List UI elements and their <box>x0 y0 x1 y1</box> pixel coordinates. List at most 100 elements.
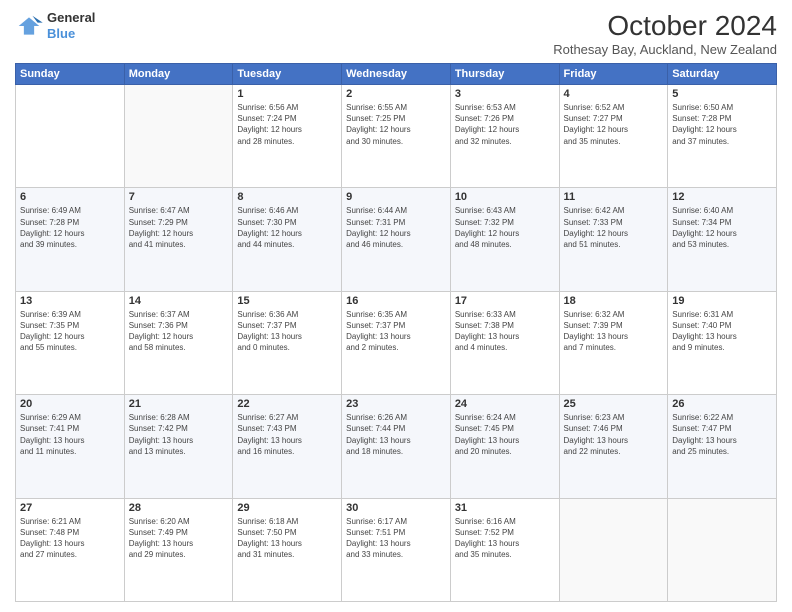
day-number: 15 <box>237 295 337 307</box>
day-info: Sunrise: 6:33 AM Sunset: 7:38 PM Dayligh… <box>455 309 555 354</box>
calendar-day-cell: 12 Sunrise: 6:40 AM Sunset: 7:34 PM Dayli… <box>668 188 777 291</box>
calendar-day-cell: 11 Sunrise: 6:42 AM Sunset: 7:33 PM Dayli… <box>559 188 668 291</box>
day-info: Sunrise: 6:32 AM Sunset: 7:39 PM Dayligh… <box>564 309 664 354</box>
calendar-day-cell: 14Sunrise: 6:37 AM Sunset: 7:36 PM Dayli… <box>124 291 233 394</box>
day-info: Sunrise: 6:42 AM Sunset: 7:33 PM Dayligh… <box>564 205 664 250</box>
calendar-day-cell: 10 Sunrise: 6:43 AM Sunset: 7:32 PM Dayli… <box>450 188 559 291</box>
calendar-day-cell: 15 Sunrise: 6:36 AM Sunset: 7:37 PM Dayli… <box>233 291 342 394</box>
day-info: Sunrise: 6:17 AM Sunset: 7:51 PM Dayligh… <box>346 516 446 561</box>
day-number: 19 <box>672 295 772 307</box>
logo-text: General Blue <box>47 10 95 41</box>
day-info: Sunrise: 6:35 AM Sunset: 7:37 PM Dayligh… <box>346 309 446 354</box>
day-number: 16 <box>346 295 446 307</box>
calendar-day-cell <box>16 85 125 188</box>
calendar-day-cell: 22 Sunrise: 6:27 AM Sunset: 7:43 PM Dayli… <box>233 395 342 498</box>
calendar-day-cell: 7 Sunrise: 6:47 AM Sunset: 7:29 PM Daylig… <box>124 188 233 291</box>
header: General Blue October 2024 Rothesay Bay, … <box>15 10 777 57</box>
calendar-week-row: 6Sunrise: 6:49 AM Sunset: 7:28 PM Daylig… <box>16 188 777 291</box>
day-info: Sunrise: 6:46 AM Sunset: 7:30 PM Dayligh… <box>237 205 337 250</box>
day-number: 27 <box>20 502 120 514</box>
day-info: Sunrise: 6:18 AM Sunset: 7:50 PM Dayligh… <box>237 516 337 561</box>
calendar-day-header: Wednesday <box>342 64 451 85</box>
day-number: 2 <box>346 88 446 100</box>
calendar-day-cell: 28Sunrise: 6:20 AM Sunset: 7:49 PM Dayli… <box>124 498 233 601</box>
calendar-week-row: 1 Sunrise: 6:56 AM Sunset: 7:24 PM Daylig… <box>16 85 777 188</box>
calendar-day-header: Saturday <box>668 64 777 85</box>
calendar-day-cell: 13Sunrise: 6:39 AM Sunset: 7:35 PM Dayli… <box>16 291 125 394</box>
day-number: 12 <box>672 191 772 203</box>
calendar-day-cell: 6Sunrise: 6:49 AM Sunset: 7:28 PM Daylig… <box>16 188 125 291</box>
day-info: Sunrise: 6:50 AM Sunset: 7:28 PM Dayligh… <box>672 102 772 147</box>
day-info: Sunrise: 6:29 AM Sunset: 7:41 PM Dayligh… <box>20 412 120 457</box>
day-number: 21 <box>129 398 229 410</box>
day-number: 17 <box>455 295 555 307</box>
calendar-day-header: Sunday <box>16 64 125 85</box>
day-number: 7 <box>129 191 229 203</box>
day-number: 24 <box>455 398 555 410</box>
day-number: 11 <box>564 191 664 203</box>
day-number: 29 <box>237 502 337 514</box>
calendar-day-cell: 9 Sunrise: 6:44 AM Sunset: 7:31 PM Daylig… <box>342 188 451 291</box>
calendar-day-cell: 21 Sunrise: 6:28 AM Sunset: 7:42 PM Dayli… <box>124 395 233 498</box>
calendar-day-cell: 18 Sunrise: 6:32 AM Sunset: 7:39 PM Dayli… <box>559 291 668 394</box>
day-number: 30 <box>346 502 446 514</box>
day-info: Sunrise: 6:40 AM Sunset: 7:34 PM Dayligh… <box>672 205 772 250</box>
day-info: Sunrise: 6:23 AM Sunset: 7:46 PM Dayligh… <box>564 412 664 457</box>
day-number: 3 <box>455 88 555 100</box>
logo-bird-icon <box>15 14 43 38</box>
day-info: Sunrise: 6:28 AM Sunset: 7:42 PM Dayligh… <box>129 412 229 457</box>
day-number: 8 <box>237 191 337 203</box>
day-number: 26 <box>672 398 772 410</box>
day-number: 18 <box>564 295 664 307</box>
day-info: Sunrise: 6:49 AM Sunset: 7:28 PM Dayligh… <box>20 205 120 250</box>
calendar-day-cell: 31 Sunrise: 6:16 AM Sunset: 7:52 PM Dayli… <box>450 498 559 601</box>
calendar-day-cell: 30 Sunrise: 6:17 AM Sunset: 7:51 PM Dayli… <box>342 498 451 601</box>
calendar-day-cell: 4 Sunrise: 6:52 AM Sunset: 7:27 PM Daylig… <box>559 85 668 188</box>
calendar-day-cell: 3 Sunrise: 6:53 AM Sunset: 7:26 PM Daylig… <box>450 85 559 188</box>
calendar-day-cell <box>559 498 668 601</box>
day-info: Sunrise: 6:31 AM Sunset: 7:40 PM Dayligh… <box>672 309 772 354</box>
day-number: 22 <box>237 398 337 410</box>
day-number: 31 <box>455 502 555 514</box>
day-number: 10 <box>455 191 555 203</box>
day-info: Sunrise: 6:52 AM Sunset: 7:27 PM Dayligh… <box>564 102 664 147</box>
calendar-header-row: SundayMondayTuesdayWednesdayThursdayFrid… <box>16 64 777 85</box>
calendar-day-cell: 1 Sunrise: 6:56 AM Sunset: 7:24 PM Daylig… <box>233 85 342 188</box>
day-info: Sunrise: 6:47 AM Sunset: 7:29 PM Dayligh… <box>129 205 229 250</box>
calendar-day-cell: 27 Sunrise: 6:21 AM Sunset: 7:48 PM Dayli… <box>16 498 125 601</box>
day-number: 9 <box>346 191 446 203</box>
day-number: 4 <box>564 88 664 100</box>
day-info: Sunrise: 6:56 AM Sunset: 7:24 PM Dayligh… <box>237 102 337 147</box>
calendar-day-cell <box>124 85 233 188</box>
calendar-day-cell: 16 Sunrise: 6:35 AM Sunset: 7:37 PM Dayli… <box>342 291 451 394</box>
day-info: Sunrise: 6:21 AM Sunset: 7:48 PM Dayligh… <box>20 516 120 561</box>
day-number: 5 <box>672 88 772 100</box>
day-info: Sunrise: 6:44 AM Sunset: 7:31 PM Dayligh… <box>346 205 446 250</box>
calendar-week-row: 13Sunrise: 6:39 AM Sunset: 7:35 PM Dayli… <box>16 291 777 394</box>
day-info: Sunrise: 6:16 AM Sunset: 7:52 PM Dayligh… <box>455 516 555 561</box>
location: Rothesay Bay, Auckland, New Zealand <box>553 42 777 57</box>
calendar-day-header: Friday <box>559 64 668 85</box>
calendar-day-header: Monday <box>124 64 233 85</box>
calendar-day-cell: 8 Sunrise: 6:46 AM Sunset: 7:30 PM Daylig… <box>233 188 342 291</box>
day-number: 23 <box>346 398 446 410</box>
calendar-day-cell: 25Sunrise: 6:23 AM Sunset: 7:46 PM Dayli… <box>559 395 668 498</box>
calendar-day-cell: 19 Sunrise: 6:31 AM Sunset: 7:40 PM Dayli… <box>668 291 777 394</box>
logo-line2: Blue <box>47 26 75 41</box>
day-info: Sunrise: 6:55 AM Sunset: 7:25 PM Dayligh… <box>346 102 446 147</box>
day-number: 1 <box>237 88 337 100</box>
calendar-day-cell: 17 Sunrise: 6:33 AM Sunset: 7:38 PM Dayli… <box>450 291 559 394</box>
day-info: Sunrise: 6:20 AM Sunset: 7:49 PM Dayligh… <box>129 516 229 561</box>
day-info: Sunrise: 6:43 AM Sunset: 7:32 PM Dayligh… <box>455 205 555 250</box>
calendar-day-cell: 29 Sunrise: 6:18 AM Sunset: 7:50 PM Dayli… <box>233 498 342 601</box>
day-info: Sunrise: 6:37 AM Sunset: 7:36 PM Dayligh… <box>129 309 229 354</box>
day-info: Sunrise: 6:22 AM Sunset: 7:47 PM Dayligh… <box>672 412 772 457</box>
calendar-day-cell: 20Sunrise: 6:29 AM Sunset: 7:41 PM Dayli… <box>16 395 125 498</box>
calendar-day-cell: 23Sunrise: 6:26 AM Sunset: 7:44 PM Dayli… <box>342 395 451 498</box>
calendar-week-row: 27 Sunrise: 6:21 AM Sunset: 7:48 PM Dayli… <box>16 498 777 601</box>
day-info: Sunrise: 6:27 AM Sunset: 7:43 PM Dayligh… <box>237 412 337 457</box>
day-info: Sunrise: 6:36 AM Sunset: 7:37 PM Dayligh… <box>237 309 337 354</box>
title-section: October 2024 Rothesay Bay, Auckland, New… <box>553 10 777 57</box>
logo: General Blue <box>15 10 95 41</box>
day-info: Sunrise: 6:53 AM Sunset: 7:26 PM Dayligh… <box>455 102 555 147</box>
